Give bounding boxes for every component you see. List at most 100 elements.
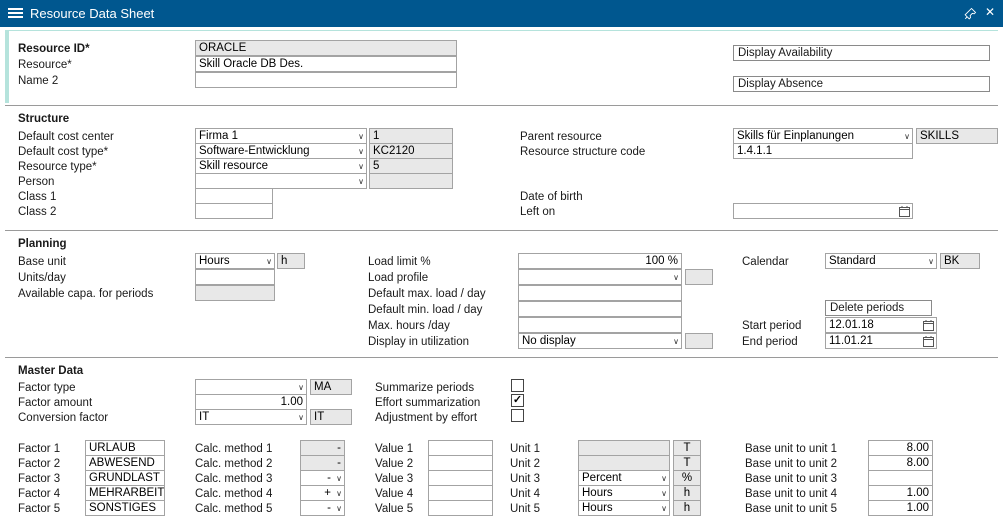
- parent-resource-label: Parent resource: [520, 130, 602, 144]
- effort-summarization-label: Effort summarization: [375, 396, 480, 410]
- base-unit-to-unit-2-input[interactable]: 8.00: [868, 455, 933, 471]
- default-cost-center-select[interactable]: Firma 1 ∨: [195, 128, 367, 144]
- summarize-periods-checkbox[interactable]: [511, 379, 524, 392]
- base-unit-to-unit-1-input[interactable]: 8.00: [868, 440, 933, 456]
- left-on-input[interactable]: [733, 203, 913, 219]
- factor-amount-input[interactable]: 1.00: [195, 394, 307, 410]
- name2-label: Name 2: [18, 74, 58, 88]
- calendar-icon[interactable]: [923, 320, 934, 331]
- value-1-input[interactable]: [428, 440, 493, 456]
- chevron-down-icon: ∨: [336, 472, 342, 485]
- value-2-label: Value 2: [375, 457, 413, 471]
- calendar-select[interactable]: Standard ∨: [825, 253, 937, 269]
- unit-5-select[interactable]: Hours ∨: [578, 500, 670, 516]
- chevron-down-icon: ∨: [336, 487, 342, 500]
- resource-input[interactable]: Skill Oracle DB Des.: [195, 56, 457, 72]
- resource-type-select[interactable]: Skill resource ∨: [195, 158, 367, 174]
- section-divider: [5, 105, 998, 106]
- value-1-label: Value 1: [375, 442, 413, 456]
- unit-5-label: Unit 5: [510, 502, 540, 516]
- resource-label: Resource*: [18, 58, 72, 72]
- start-period-value: 12.01.18: [829, 319, 874, 331]
- structure-section-title: Structure: [18, 112, 69, 126]
- display-in-utilization-label: Display in utilization: [368, 335, 469, 349]
- factor-1-field[interactable]: URLAUB: [85, 440, 165, 456]
- display-availability-button[interactable]: Display Availability: [733, 45, 990, 61]
- base-unit-select[interactable]: Hours ∨: [195, 253, 275, 269]
- factor-2-field[interactable]: ABWESEND: [85, 455, 165, 471]
- resource-id-field[interactable]: ORACLE: [195, 40, 457, 56]
- end-period-value: 11.01.21: [829, 335, 873, 347]
- selected-value: IT: [199, 411, 209, 423]
- chevron-down-icon: ∨: [928, 255, 934, 268]
- default-cost-center-label: Default cost center: [18, 130, 114, 144]
- start-period-input[interactable]: 12.01.18: [825, 317, 937, 333]
- factor-3-field[interactable]: GRUNDLAST: [85, 470, 165, 486]
- calendar-icon[interactable]: [923, 336, 934, 347]
- calc-method-3-select[interactable]: - ∨: [300, 470, 345, 486]
- calendar-label: Calendar: [742, 255, 789, 269]
- close-icon[interactable]: ✕: [985, 5, 995, 19]
- unit-5-code: h: [673, 500, 701, 516]
- default-cost-type-select[interactable]: Software-Entwicklung ∨: [195, 143, 367, 159]
- effort-summarization-checkbox[interactable]: ✓: [511, 394, 524, 407]
- menu-icon[interactable]: [8, 8, 23, 20]
- units-day-input[interactable]: [195, 269, 275, 285]
- load-limit-input[interactable]: 100 %: [518, 253, 682, 269]
- chevron-down-icon: ∨: [266, 255, 272, 268]
- value-4-input[interactable]: [428, 485, 493, 501]
- value-3-input[interactable]: [428, 470, 493, 486]
- class2-input[interactable]: [195, 203, 273, 219]
- checkmark-icon: ✓: [512, 395, 523, 406]
- base-unit-to-unit-4-input[interactable]: 1.00: [868, 485, 933, 501]
- factor-5-label: Factor 5: [18, 502, 60, 516]
- factor-type-select[interactable]: ∨: [195, 379, 307, 395]
- chevron-down-icon: ∨: [336, 502, 342, 515]
- conversion-factor-select[interactable]: IT ∨: [195, 409, 307, 425]
- adjustment-by-effort-checkbox[interactable]: [511, 409, 524, 422]
- calc-method-4-select[interactable]: + ∨: [300, 485, 345, 501]
- chevron-down-icon: ∨: [904, 130, 910, 143]
- display-in-utilization-select[interactable]: No display ∨: [518, 333, 682, 349]
- load-profile-select[interactable]: ∨: [518, 269, 682, 285]
- pin-icon[interactable]: [964, 7, 977, 20]
- selected-value: Skills für Einplanungen: [737, 130, 854, 142]
- chevron-down-icon: ∨: [673, 271, 679, 284]
- default-min-load-input[interactable]: [518, 301, 682, 317]
- selected-value: Percent: [582, 472, 622, 484]
- person-code: [369, 173, 453, 189]
- unit-4-select[interactable]: Hours ∨: [578, 485, 670, 501]
- parent-resource-select[interactable]: Skills für Einplanungen ∨: [733, 128, 913, 144]
- selected-value: Standard: [829, 255, 876, 267]
- max-hours-day-input[interactable]: [518, 317, 682, 333]
- chevron-down-icon: ∨: [358, 175, 364, 188]
- factor-5-field[interactable]: SONSTIGES: [85, 500, 165, 516]
- unit-3-select[interactable]: Percent ∨: [578, 470, 670, 486]
- chevron-down-icon: ∨: [661, 472, 667, 485]
- conversion-factor-code: IT: [310, 409, 352, 425]
- base-unit-to-unit-3-input[interactable]: [868, 470, 933, 486]
- resource-type-code: 5: [369, 158, 453, 174]
- delete-periods-button[interactable]: Delete periods: [825, 300, 932, 316]
- chevron-down-icon: ∨: [358, 130, 364, 143]
- class1-input[interactable]: [195, 188, 273, 204]
- load-limit-label: Load limit %: [368, 255, 431, 269]
- person-select[interactable]: ∨: [195, 173, 367, 189]
- display-absence-button[interactable]: Display Absence: [733, 76, 990, 92]
- units-day-label: Units/day: [18, 271, 66, 285]
- factor-1-label: Factor 1: [18, 442, 60, 456]
- value-5-input[interactable]: [428, 500, 493, 516]
- base-unit-to-unit-5-input[interactable]: 1.00: [868, 500, 933, 516]
- factor-4-field[interactable]: MEHRARBEIT: [85, 485, 165, 501]
- unit-3-label: Unit 3: [510, 472, 540, 486]
- default-max-load-input[interactable]: [518, 285, 682, 301]
- resource-structure-code-label: Resource structure code: [520, 145, 645, 159]
- name2-input[interactable]: [195, 72, 457, 88]
- value-2-input[interactable]: [428, 455, 493, 471]
- default-cost-type-code: KC2120: [369, 143, 453, 159]
- left-accent-bar: [5, 30, 9, 103]
- calc-method-5-select[interactable]: - ∨: [300, 500, 345, 516]
- end-period-input[interactable]: 11.01.21: [825, 333, 937, 349]
- calendar-icon[interactable]: [899, 206, 910, 217]
- resource-structure-code-input[interactable]: 1.4.1.1: [733, 143, 913, 159]
